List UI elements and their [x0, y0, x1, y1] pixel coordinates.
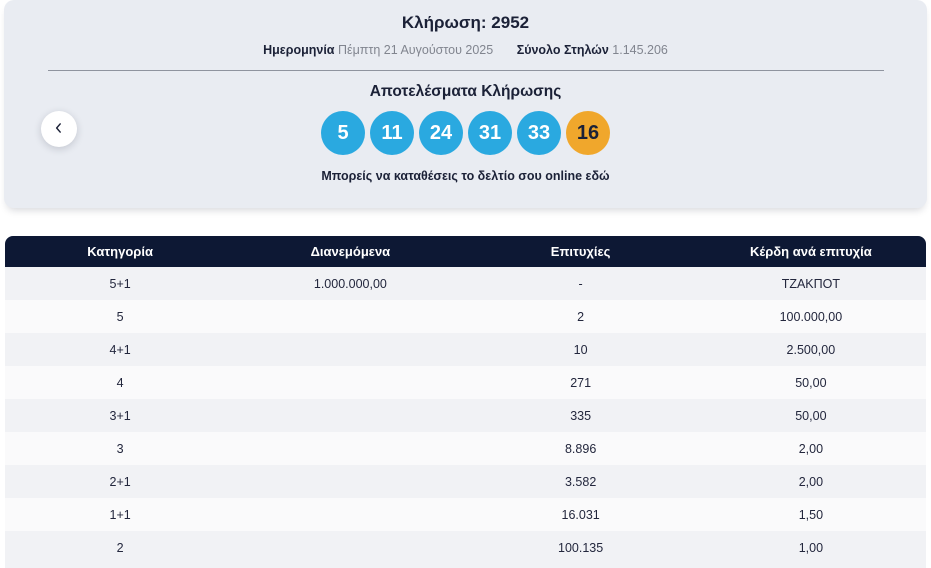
draw-meta: Ημερομηνία Πέμπτη 21 Αυγούστου 2025 Σύνο… — [4, 43, 927, 57]
table-row: 5+1 1.000.000,00 - ΤΖΑΚΠΟΤ — [5, 267, 926, 300]
table-row: 4 271 50,00 — [5, 366, 926, 399]
draw-summary-card: Κλήρωση: 2952 Ημερομηνία Πέμπτη 21 Αυγού… — [4, 0, 927, 208]
winning-number-ball: 5 — [321, 111, 365, 155]
draw-title: Κλήρωση: 2952 — [401, 13, 530, 32]
winning-number-ball: 31 — [468, 111, 512, 155]
cell-category: 3+1 — [109, 408, 131, 423]
winning-number-ball: 24 — [419, 111, 463, 155]
cell-winners: 8.896 — [564, 441, 597, 456]
cell-winners: 16.031 — [561, 507, 600, 522]
header-category: Κατηγορία — [87, 244, 153, 259]
table-row: 3+1 335 50,00 — [5, 399, 926, 432]
cell-prize: 100.000,00 — [779, 309, 843, 324]
next-row-edge — [5, 564, 926, 568]
cell-winners: 10 — [573, 342, 588, 357]
cell-winners: 3.582 — [564, 474, 597, 489]
cell-category: 1+1 — [109, 507, 131, 522]
cell-category: 4+1 — [109, 342, 131, 357]
cell-prize: 2,00 — [798, 474, 824, 489]
cell-category: 2+1 — [109, 474, 131, 489]
cell-winners: 335 — [570, 408, 592, 423]
results-title: Αποτελέσματα Κλήρωσης — [369, 83, 562, 100]
cell-category: 5 — [116, 309, 124, 324]
deposit-online-link[interactable]: Μπορείς να καταθέσεις το δελτίο σου onli… — [321, 169, 609, 183]
table-row: 2 100.135 1,00 — [5, 531, 926, 564]
columns-value: 1.145.206 — [612, 43, 668, 57]
date-label: Ημερομηνία — [263, 43, 335, 57]
cell-category: 2 — [116, 540, 124, 555]
winning-number-ball: 11 — [370, 111, 414, 155]
date-value: Πέμπτη 21 Αυγούστου 2025 — [337, 43, 494, 57]
cell-prize: 1,00 — [798, 540, 824, 555]
table-row: 1+1 16.031 1,50 — [5, 498, 926, 531]
chevron-left-icon — [52, 121, 66, 138]
cell-prize: 50,00 — [795, 375, 827, 390]
table-row: 5 2 100.000,00 — [5, 300, 926, 333]
header-distributed: Διανεμόμενα — [310, 244, 391, 259]
header-prize-per-winner: Κέρδη ανά επιτυχία — [750, 244, 872, 259]
cell-category: 5+1 — [109, 276, 131, 291]
cell-category: 3 — [116, 441, 124, 456]
cell-prize: 1,50 — [798, 507, 824, 522]
header-winners: Επιτυχίες — [550, 244, 611, 259]
previous-draw-button[interactable] — [41, 111, 77, 147]
divider — [47, 70, 884, 71]
table-row: 3 8.896 2,00 — [5, 432, 926, 465]
prize-table: Κατηγορία Διανεμόμενα Επιτυχίες Κέρδη αν… — [5, 236, 926, 568]
table-row: 4+1 10 2.500,00 — [5, 333, 926, 366]
prize-table-header: Κατηγορία Διανεμόμενα Επιτυχίες Κέρδη αν… — [5, 236, 926, 267]
columns-label: Σύνολο Στηλών — [516, 43, 609, 57]
cell-winners: 100.135 — [558, 540, 604, 555]
cell-winners: 2 — [577, 309, 585, 324]
cell-distributed: 1.000.000,00 — [313, 276, 387, 291]
cell-category: 4 — [116, 375, 124, 390]
draw-date: Ημερομηνία Πέμπτη 21 Αυγούστου 2025 — [263, 43, 493, 57]
cell-winners: - — [578, 276, 583, 291]
cell-prize: 2,00 — [798, 441, 824, 456]
joker-number-ball: 16 — [566, 111, 610, 155]
cell-prize: 2.500,00 — [786, 342, 836, 357]
cell-winners: 271 — [570, 375, 592, 390]
cell-prize: 50,00 — [795, 408, 827, 423]
total-columns: Σύνολο Στηλών 1.145.206 — [517, 43, 668, 57]
table-row: 2+1 3.582 2,00 — [5, 465, 926, 498]
winning-number-ball: 33 — [517, 111, 561, 155]
winning-numbers: 5 11 24 31 33 16 — [4, 111, 927, 155]
cell-prize: ΤΖΑΚΠΟΤ — [781, 276, 841, 291]
